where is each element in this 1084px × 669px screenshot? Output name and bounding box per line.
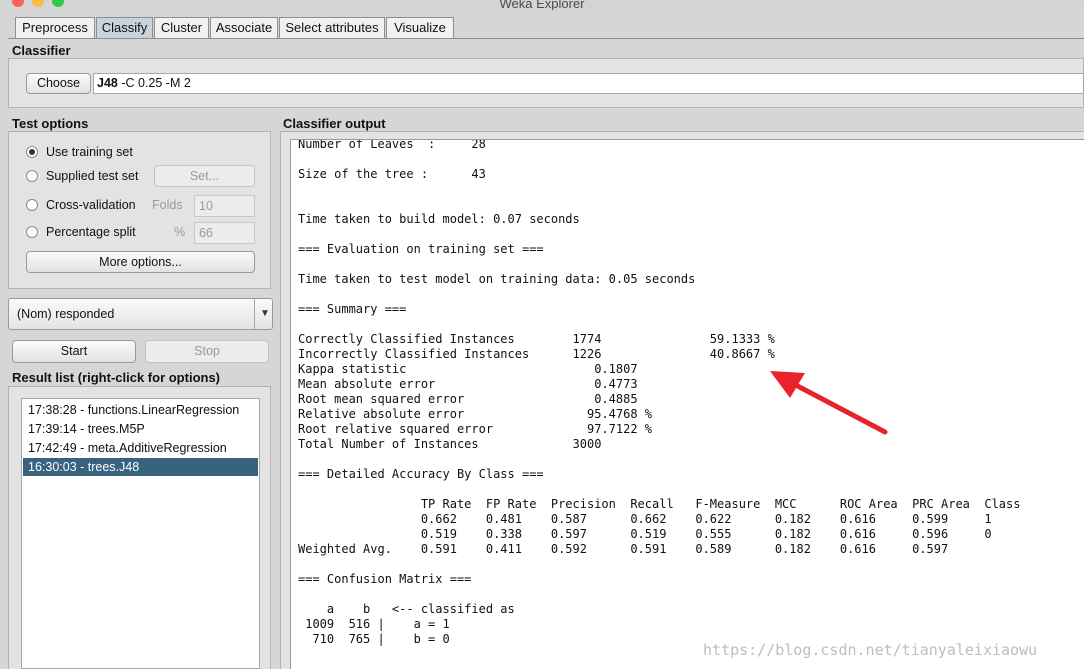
output-line: Time taken to test model on training dat… xyxy=(298,272,696,286)
cross-validation-radio[interactable] xyxy=(26,199,38,211)
title-bar: Weka Explorer xyxy=(0,0,1084,10)
tab-cluster[interactable]: Cluster xyxy=(154,17,209,38)
test-options-title: Test options xyxy=(12,116,89,131)
output-line: Correctly Classified Instances 1774 59.1… xyxy=(298,332,775,346)
folds-input[interactable]: 10 xyxy=(194,195,255,217)
output-line: === Evaluation on training set === xyxy=(298,242,544,256)
tab-preprocess[interactable]: Preprocess xyxy=(15,17,95,38)
cross-validation-label: Cross-validation xyxy=(46,198,136,212)
output-line: Time taken to build model: 0.07 seconds xyxy=(298,212,580,226)
arrow-annotation-icon xyxy=(770,371,888,435)
folds-label: Folds xyxy=(152,198,183,212)
output-line: Mean absolute error 0.4773 xyxy=(298,377,638,391)
set-test-set-button[interactable]: Set... xyxy=(154,165,255,187)
result-item[interactable]: 17:38:28 - functions.LinearRegression xyxy=(23,401,258,419)
output-line: Incorrectly Classified Instances 1226 40… xyxy=(298,347,775,361)
output-line: 0.519 0.338 0.597 0.519 0.555 0.182 0.61… xyxy=(298,527,992,541)
classifier-name: J48 xyxy=(97,76,118,90)
start-button[interactable]: Start xyxy=(12,340,136,363)
watermark-text: https://blog.csdn.net/tianyaleixiaowu xyxy=(703,641,1038,659)
window-title: Weka Explorer xyxy=(499,0,585,10)
output-line: Relative absolute error 95.4768 % xyxy=(298,407,653,421)
class-attribute-dropdown[interactable]: (Nom) responded ▼ xyxy=(8,298,273,330)
output-line: Total Number of Instances 3000 xyxy=(298,437,602,451)
chevron-down-icon: ▼ xyxy=(260,308,270,319)
output-line: === Confusion Matrix === xyxy=(298,572,472,586)
percentage-split-label: Percentage split xyxy=(46,225,136,239)
output-line: Weighted Avg. 0.591 0.411 0.592 0.591 0.… xyxy=(298,542,949,556)
class-attribute-value: (Nom) responded xyxy=(17,307,115,321)
dropdown-divider xyxy=(254,299,255,329)
result-item[interactable]: 17:39:14 - trees.M5P xyxy=(23,420,258,438)
output-line: Root mean squared error 0.4885 xyxy=(298,392,638,406)
output-line: 0.662 0.481 0.587 0.662 0.622 0.182 0.61… xyxy=(298,512,992,526)
output-line: TP Rate FP Rate Precision Recall F-Measu… xyxy=(298,497,1021,511)
choose-button[interactable]: Choose xyxy=(26,73,91,94)
result-item[interactable]: 17:42:49 - meta.AdditiveRegression xyxy=(23,439,258,457)
use-training-set-radio[interactable] xyxy=(26,146,38,158)
result-item-selected[interactable]: 16:30:03 - trees.J48 xyxy=(23,458,258,476)
supplied-test-set-radio[interactable] xyxy=(26,170,38,182)
classifier-options: -C 0.25 -M 2 xyxy=(121,76,191,90)
stop-button[interactable]: Stop xyxy=(145,340,269,363)
tab-divider xyxy=(8,38,1084,39)
output-line: 1009 516 | a = 1 xyxy=(298,617,450,631)
percent-label: % xyxy=(174,225,186,239)
result-list-title: Result list (right-click for options) xyxy=(12,370,221,385)
output-line: a b <-- classified as xyxy=(298,602,515,616)
classifier-section-title: Classifier xyxy=(12,43,71,58)
classifier-output-title: Classifier output xyxy=(283,116,386,131)
output-line: === Summary === xyxy=(298,302,407,316)
tab-classify[interactable]: Classify xyxy=(96,17,153,38)
classifier-config-field[interactable]: J48 -C 0.25 -M 2 xyxy=(93,73,1084,94)
percentage-split-radio[interactable] xyxy=(26,226,38,238)
use-training-set-label: Use training set xyxy=(46,145,133,159)
tab-visualize[interactable]: Visualize xyxy=(386,17,454,38)
supplied-test-set-label: Supplied test set xyxy=(46,169,139,183)
more-options-button[interactable]: More options... xyxy=(26,251,255,273)
output-line: Kappa statistic 0.1807 xyxy=(298,362,638,376)
output-line: 710 765 | b = 0 xyxy=(298,632,450,646)
output-line: Size of the tree : 43 xyxy=(298,167,486,181)
percent-input[interactable]: 66 xyxy=(194,222,255,244)
tab-associate[interactable]: Associate xyxy=(210,17,278,38)
output-line: Root relative squared error 97.7122 % xyxy=(298,422,653,436)
output-line: === Detailed Accuracy By Class === xyxy=(298,467,544,481)
tab-select-attributes[interactable]: Select attributes xyxy=(279,17,385,38)
